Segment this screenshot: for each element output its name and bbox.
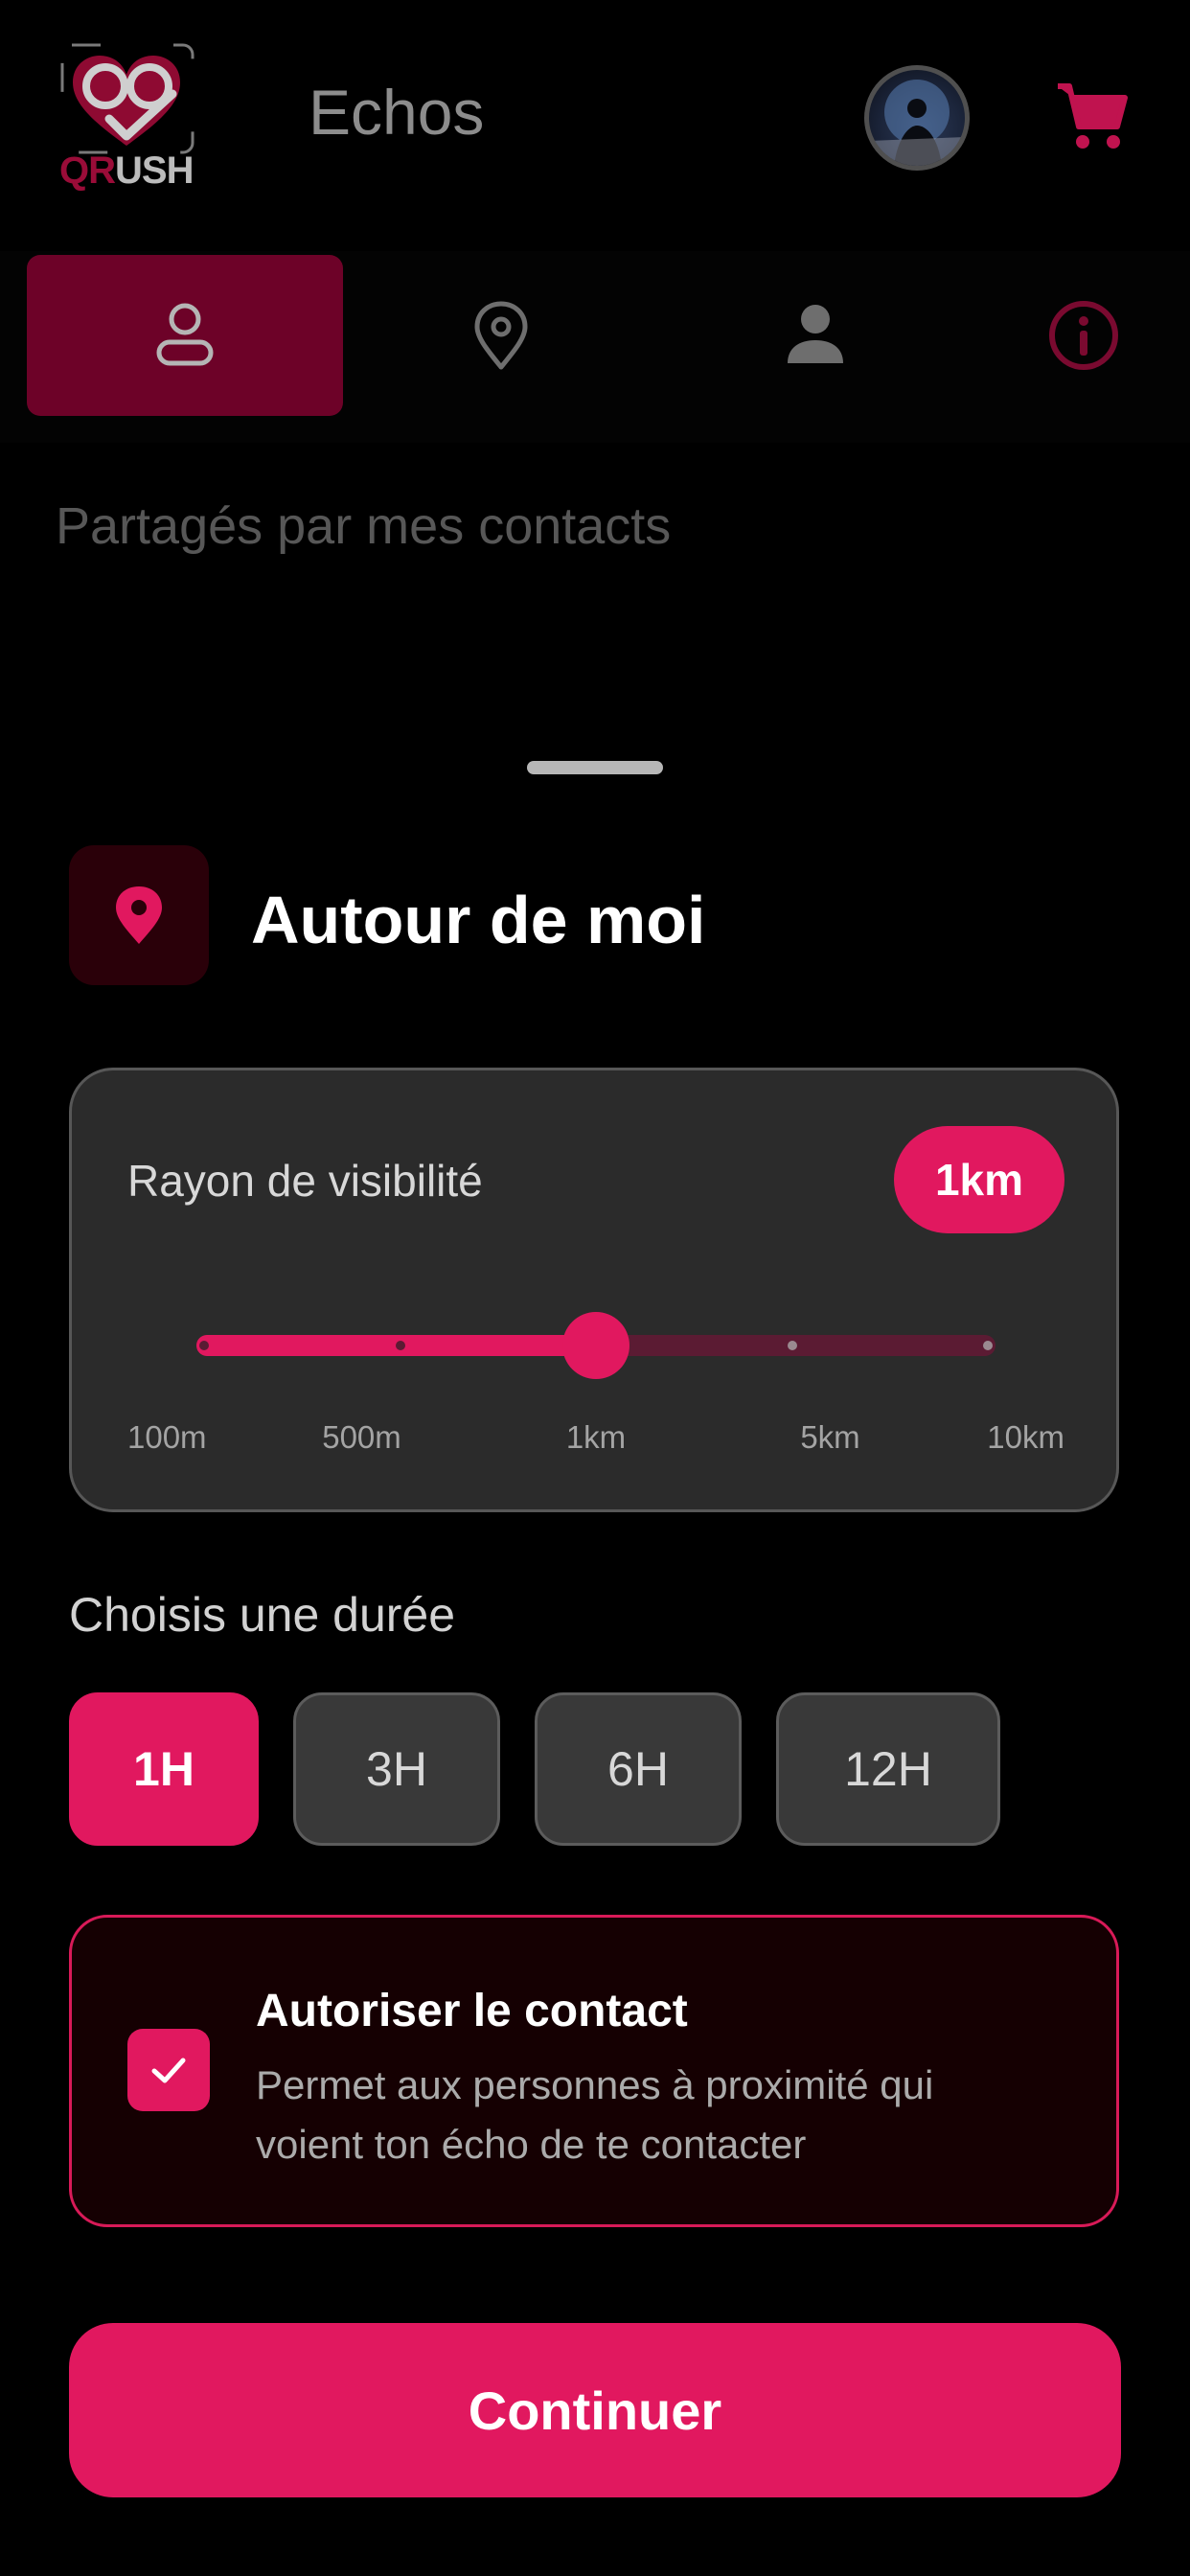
radius-stop-label: 1km: [565, 1419, 627, 1455]
page-title: Echos: [309, 77, 485, 148]
slider-stop: [395, 1341, 405, 1350]
allow-contact-description: Permet aux personnes à proximité qui voi…: [256, 2062, 934, 2167]
location-pin-outline-icon: [474, 301, 528, 370]
qrush-logo: QRUSH: [59, 42, 199, 196]
section-hint: Partagés par mes contacts: [56, 497, 672, 555]
duration-option-3h[interactable]: 3H: [293, 1692, 500, 1846]
duration-option-1h[interactable]: 1H: [69, 1692, 259, 1846]
radius-card: Rayon de visibilité 1km 100m 500m 1km 5k…: [69, 1068, 1119, 1512]
tab-bar: [0, 251, 1190, 443]
check-icon: [151, 2058, 186, 2083]
radius-stop-label: 5km: [800, 1419, 860, 1455]
tab-info[interactable]: [926, 255, 1190, 416]
radius-stop-label: 10km: [987, 1419, 1064, 1455]
slider-stop: [199, 1341, 209, 1350]
radius-stop-label: 100m: [127, 1419, 207, 1455]
duration-label: Choisis une durée: [69, 1588, 456, 1642]
tab-my-profile[interactable]: [27, 255, 343, 416]
user-outline-icon: [156, 303, 214, 366]
allow-contact-title: Autoriser le contact: [256, 1986, 688, 2036]
person-filled-icon: [788, 305, 843, 363]
avatar-image: [869, 80, 965, 166]
radius-stop-label: 500m: [322, 1419, 401, 1455]
allow-contact-checkbox[interactable]: [127, 2029, 210, 2111]
duration-option-12h[interactable]: 12H: [776, 1692, 1000, 1846]
slider-stop: [983, 1341, 993, 1350]
logo-text: QRUSH: [59, 150, 194, 192]
sheet-title: Autour de moi: [251, 883, 706, 957]
radius-slider[interactable]: [196, 1312, 995, 1379]
slider-stop: [787, 1341, 797, 1350]
info-circle-icon: [1049, 301, 1118, 370]
sheet-drag-handle[interactable]: [527, 761, 663, 774]
duration-option-6h[interactable]: 6H: [535, 1692, 742, 1846]
continue-button[interactable]: Continuer: [69, 2323, 1121, 2497]
slider-thumb[interactable]: [562, 1312, 629, 1379]
shopping-cart-icon[interactable]: [1054, 79, 1131, 155]
location-pin-icon: [69, 845, 209, 985]
tab-nearby[interactable]: [343, 255, 659, 416]
allow-contact-card[interactable]: Autoriser le contact Permet aux personne…: [69, 1915, 1119, 2227]
radius-value-badge: 1km: [894, 1126, 1064, 1233]
radius-label: Rayon de visibilité: [127, 1156, 483, 1206]
avatar[interactable]: [864, 65, 970, 171]
